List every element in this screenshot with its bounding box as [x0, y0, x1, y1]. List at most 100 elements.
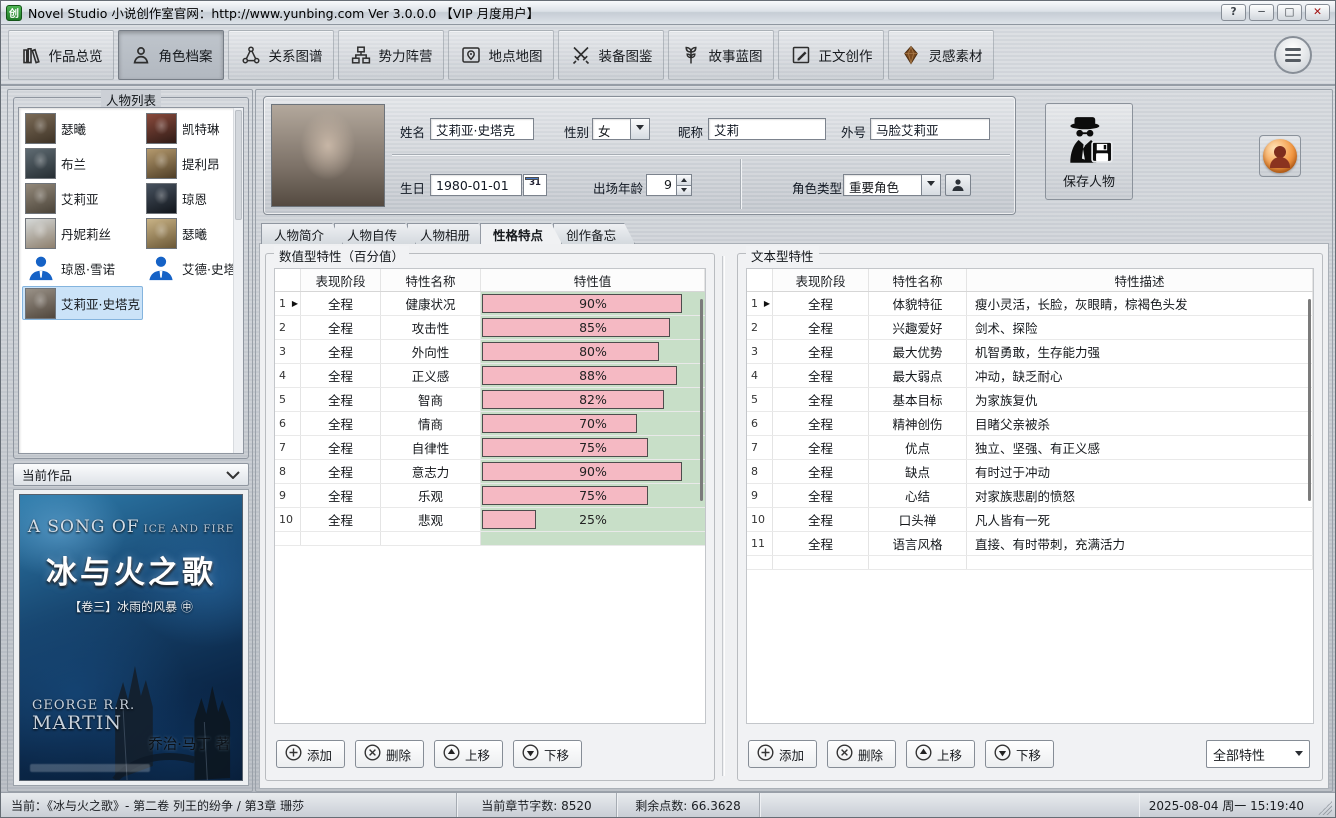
character-list-item[interactable]: 瑟曦 — [22, 111, 143, 145]
character-portrait[interactable] — [271, 104, 385, 207]
assistant-button[interactable] — [1259, 135, 1301, 177]
traits-content: 数值型特性（百分值） 表现阶段 特性名称 特性值 1▶ 全程 健康状况 90% … — [259, 243, 1329, 789]
tab-人物自传[interactable]: 人物自传 — [334, 223, 416, 244]
tab-性格特点[interactable]: 性格特点 — [480, 223, 562, 244]
text-move-down-button[interactable]: 下移 — [985, 740, 1054, 768]
trait-filter-select[interactable]: 全部特性 — [1206, 740, 1310, 768]
toolbar-item-relationship-map[interactable]: 关系图谱 — [228, 30, 334, 80]
text-trait-row[interactable]: 1▶ 全程 体貌特征 瘦小灵活，长脸，灰眼睛，棕褐色头发 — [747, 292, 1313, 316]
toolbar-item-story-blueprint[interactable]: 故事蓝图 — [668, 30, 774, 80]
toolbar-item-faction-camps[interactable]: 势力阵营 — [338, 30, 444, 80]
character-list-item[interactable]: 琼恩 — [143, 181, 233, 215]
mappin-icon — [460, 44, 482, 66]
avatar — [25, 288, 56, 319]
chevron-down-icon — [226, 471, 240, 479]
character-list-item[interactable]: 凯特琳 — [143, 111, 233, 145]
numeric-trait-row[interactable]: 8 全程 意志力 90% — [275, 460, 705, 484]
status-current-work: 当前：《冰与火之歌》- 第二卷 列王的纷争 / 第3章 珊莎 — [1, 793, 457, 817]
numeric-trait-row[interactable]: 3 全程 外向性 80% — [275, 340, 705, 364]
nickname-input[interactable] — [708, 118, 826, 140]
hamburger-icon — [1285, 48, 1301, 51]
toolbar-item-equipment-catalog[interactable]: 装备图鉴 — [558, 30, 664, 80]
text-trait-row[interactable]: 5 全程 基本目标 为家族复仇 — [747, 388, 1313, 412]
toolbar-item-inspiration-material[interactable]: 灵感素材 — [888, 30, 994, 80]
save-character-button[interactable]: 保存人物 — [1045, 103, 1133, 200]
text-trait-row[interactable]: 7 全程 优点 独立、坚强、有正义感 — [747, 436, 1313, 460]
character-list-item[interactable]: 艾莉亚·史塔克 — [22, 286, 143, 320]
person-icon — [25, 253, 56, 284]
text-trait-row[interactable]: 4 全程 最大弱点 冲动，缺乏耐心 — [747, 364, 1313, 388]
toolbar-item-main-writing[interactable]: 正文创作 — [778, 30, 884, 80]
help-button[interactable]: ? — [1221, 4, 1246, 21]
character-list-item[interactable]: 瑟曦 — [143, 216, 233, 250]
role-type-select[interactable]: 重要角色 — [843, 174, 941, 196]
text-trait-row[interactable]: 11 全程 语言风格 直接、有时带刺，充满活力 — [747, 532, 1313, 556]
numeric-add-button[interactable]: 添加 — [276, 740, 345, 768]
stepper-up-icon[interactable] — [676, 174, 692, 186]
maximize-button[interactable]: □ — [1277, 4, 1302, 21]
birthday-label: 生日 — [400, 178, 425, 197]
name-label: 姓名 — [400, 122, 425, 141]
current-work-dropdown[interactable]: 当前作品 — [13, 463, 249, 486]
dropdown-arrow-icon — [1295, 751, 1303, 760]
birthday-input[interactable] — [430, 174, 522, 196]
resize-grip[interactable] — [1318, 801, 1332, 815]
current-work-panel: A SONG OFICE AND FIRE 冰与火之歌 【卷三】冰雨的风暴 ㊥ … — [13, 489, 249, 786]
calendar-button[interactable]: 31 — [523, 174, 547, 196]
text-trait-row[interactable]: 3 全程 最大优势 机智勇敢，生存能力强 — [747, 340, 1313, 364]
text-table-scrollbar[interactable] — [1308, 299, 1311, 501]
character-list-item[interactable]: 提利昂 — [143, 146, 233, 180]
numeric-trait-row[interactable]: 5 全程 智商 82% — [275, 388, 705, 412]
text-trait-row[interactable]: 6 全程 精神创伤 目睹父亲被杀 — [747, 412, 1313, 436]
text-traits-title: 文本型特性 — [746, 246, 819, 265]
alias-input[interactable] — [870, 118, 990, 140]
character-list-scrollbar[interactable] — [233, 108, 243, 453]
dropdown-arrow-icon[interactable] — [630, 118, 650, 140]
text-trait-row[interactable]: 10 全程 口头禅 凡人皆有一死 — [747, 508, 1313, 532]
tab-人物简介[interactable]: 人物简介 — [261, 223, 343, 244]
character-list-item[interactable]: 布兰 — [22, 146, 143, 180]
numeric-trait-row[interactable]: 9 全程 乐观 75% — [275, 484, 705, 508]
stepper-down-icon[interactable] — [676, 186, 692, 197]
character-list-item[interactable]: 艾德·史塔克 — [143, 251, 233, 285]
text-delete-button[interactable]: 删除 — [827, 740, 896, 768]
gender-select[interactable]: 女 — [592, 118, 650, 140]
text-trait-row[interactable]: 2 全程 兴趣爱好 剑术、探险 — [747, 316, 1313, 340]
numeric-trait-row[interactable]: 2 全程 攻击性 85% — [275, 316, 705, 340]
numeric-trait-row[interactable]: 1▶ 全程 健康状况 90% — [275, 292, 705, 316]
numeric-trait-row[interactable]: 10 全程 悲观 25% — [275, 508, 705, 532]
dropdown-arrow-icon[interactable] — [921, 174, 941, 196]
toolbar-item-location-maps[interactable]: 地点地图 — [448, 30, 554, 80]
numeric-delete-button[interactable]: 删除 — [355, 740, 424, 768]
character-list-item[interactable]: 艾莉亚 — [22, 181, 143, 215]
text-trait-row[interactable]: 8 全程 缺点 有时过于冲动 — [747, 460, 1313, 484]
book-cover[interactable]: A SONG OFICE AND FIRE 冰与火之歌 【卷三】冰雨的风暴 ㊥ … — [19, 494, 243, 781]
numeric-table-scrollbar[interactable] — [700, 299, 703, 501]
title-bar: 创 Novel Studio 小说创作室官网：http://www.yunbin… — [1, 1, 1335, 25]
age-stepper[interactable]: 9 — [646, 174, 692, 196]
numeric-trait-row[interactable]: 7 全程 自律性 75% — [275, 436, 705, 460]
name-input[interactable] — [430, 118, 534, 140]
numeric-move-up-button[interactable]: 上移 — [434, 740, 503, 768]
panel-splitter[interactable] — [722, 256, 725, 776]
numeric-trait-row[interactable]: 4 全程 正义感 88% — [275, 364, 705, 388]
toolbar-item-works-overview[interactable]: 作品总览 — [8, 30, 114, 80]
toolbar-item-character-files[interactable]: 角色档案 — [118, 30, 224, 80]
text-move-up-button[interactable]: 上移 — [906, 740, 975, 768]
add-icon — [757, 744, 774, 764]
trait-value-bar: 90% — [481, 460, 705, 483]
character-list-item[interactable]: 丹妮莉丝 — [22, 216, 143, 250]
character-list-item[interactable]: 琼恩·雪诺 — [22, 251, 143, 285]
manage-role-types-button[interactable] — [945, 174, 971, 196]
close-button[interactable]: ✕ — [1305, 4, 1330, 21]
text-trait-row[interactable]: 9 全程 心结 对家族悲剧的愤怒 — [747, 484, 1313, 508]
tab-人物相册[interactable]: 人物相册 — [407, 223, 489, 244]
calendar-icon — [525, 177, 539, 180]
tab-创作备忘[interactable]: 创作备忘 — [553, 223, 635, 244]
numeric-trait-row[interactable]: 6 全程 情商 70% — [275, 412, 705, 436]
menu-button[interactable] — [1274, 36, 1312, 74]
numeric-move-down-button[interactable]: 下移 — [513, 740, 582, 768]
avatar — [146, 113, 177, 144]
minimize-button[interactable]: ─ — [1249, 4, 1274, 21]
text-add-button[interactable]: 添加 — [748, 740, 817, 768]
